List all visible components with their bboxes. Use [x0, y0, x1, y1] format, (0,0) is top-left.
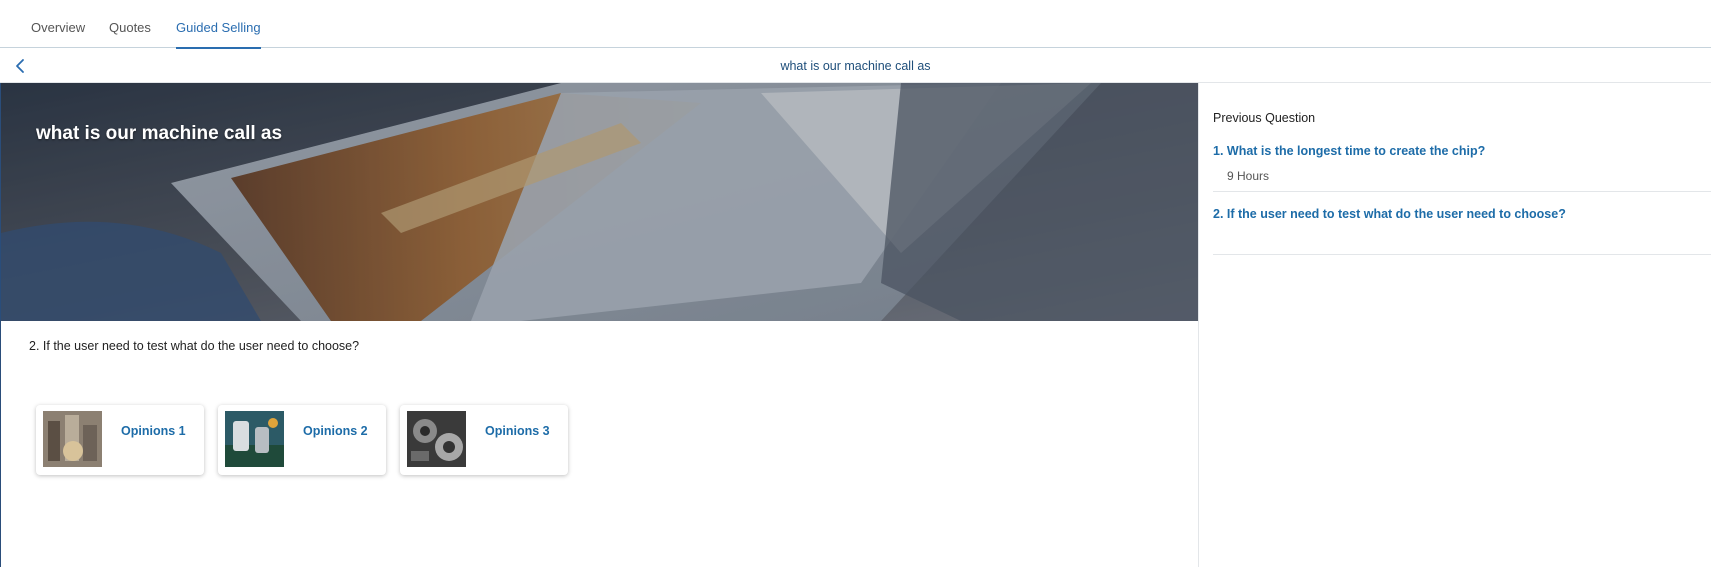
- hero-image: [1, 83, 1198, 321]
- previous-answer-1: 9 Hours: [1227, 169, 1270, 183]
- option-card-1[interactable]: Opinions 1: [36, 405, 204, 475]
- hero-title: what is our machine call as: [36, 123, 283, 144]
- option-thumbnail: [225, 411, 284, 467]
- option-card-3[interactable]: Opinions 3: [400, 405, 568, 475]
- panel-divider: [1198, 83, 1199, 567]
- question-text: 2. If the user need to test what do the …: [29, 339, 360, 353]
- option-label: Opinions 2: [303, 424, 368, 438]
- tab-overview[interactable]: Overview: [31, 20, 85, 35]
- page-header: what is our machine call as: [0, 48, 1711, 83]
- option-thumbnail: [407, 411, 466, 467]
- divider: [1213, 191, 1711, 192]
- tab-guided-selling[interactable]: Guided Selling: [176, 20, 261, 49]
- previous-question-link-1[interactable]: 1. What is the longest time to create th…: [1213, 144, 1485, 158]
- option-card-2[interactable]: Opinions 2: [218, 405, 386, 475]
- option-thumbnail: [43, 411, 102, 467]
- previous-question-link-2[interactable]: 2. If the user need to test what do the …: [1213, 207, 1566, 221]
- tab-bar: Overview Quotes Guided Selling: [0, 0, 1711, 49]
- tab-quotes[interactable]: Quotes: [109, 20, 151, 35]
- option-label: Opinions 1: [121, 424, 186, 438]
- page-title: what is our machine call as: [780, 59, 931, 73]
- option-label: Opinions 3: [485, 424, 550, 438]
- previous-question-heading: Previous Question: [1213, 111, 1316, 125]
- divider: [1213, 254, 1711, 255]
- hero-banner: what is our machine call as: [1, 83, 1198, 321]
